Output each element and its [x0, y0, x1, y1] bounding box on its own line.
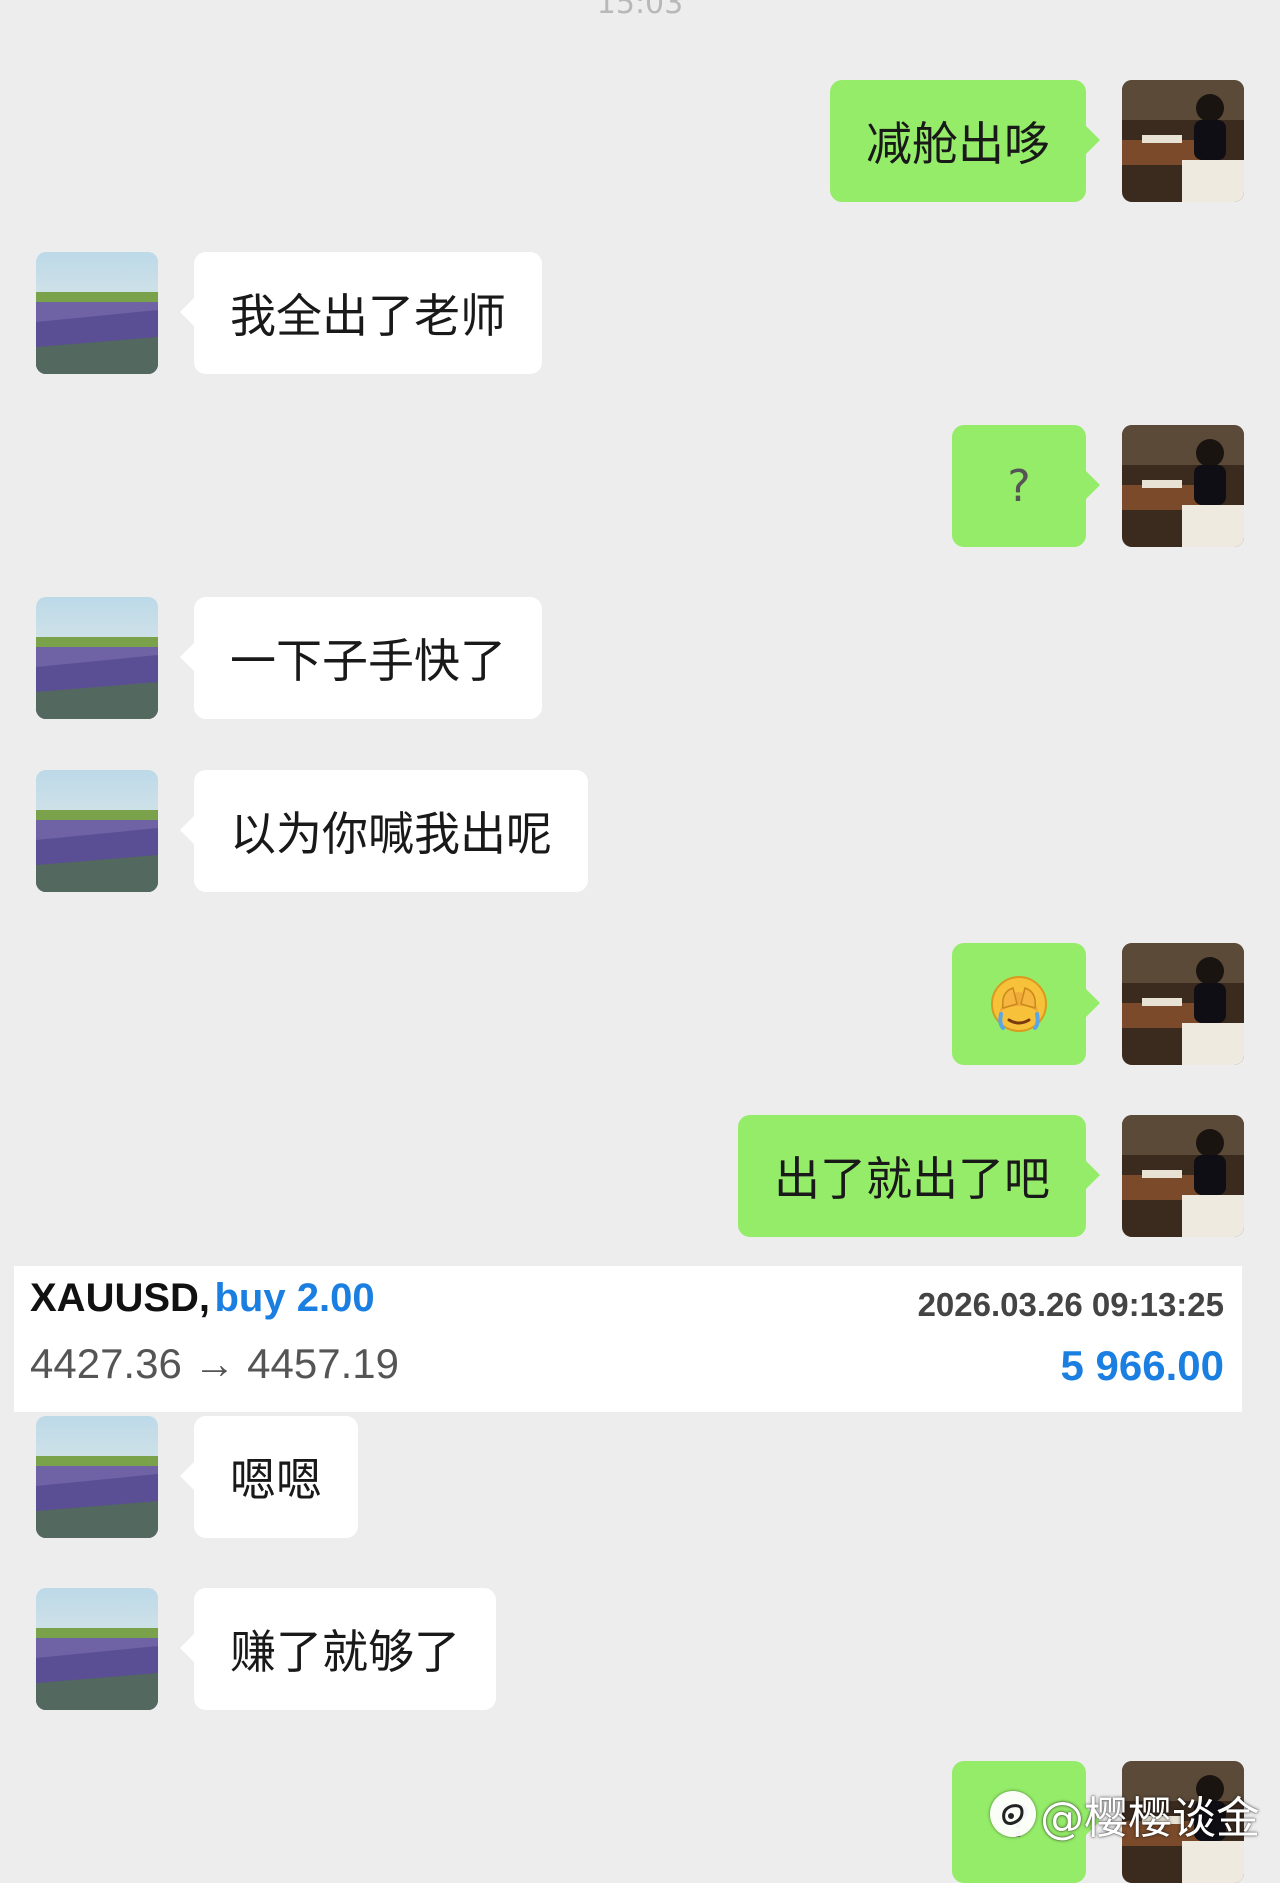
teacher-avatar[interactable]	[1122, 1115, 1244, 1237]
message-bubble[interactable]: 减舱出哆	[830, 80, 1100, 202]
weibo-logo-icon	[990, 1791, 1036, 1837]
message-bubble[interactable]: ?	[952, 425, 1100, 547]
student-avatar[interactable]	[36, 597, 158, 719]
trade-profit: 5 966.00	[1060, 1342, 1225, 1389]
message-bubble[interactable]: 嗯嗯	[180, 1416, 358, 1538]
trade-prices: 4427.36 → 4457.19	[30, 1340, 399, 1387]
trade-side: buy 2.00	[214, 1276, 375, 1320]
message-row-outgoing: ?	[0, 425, 1280, 547]
watermark-text: @樱樱谈金	[1040, 1793, 1260, 1844]
message-row-incoming: 一下子手快了	[0, 597, 1280, 719]
message-bubble[interactable]: 一下子手快了	[180, 597, 542, 719]
message-bubble[interactable]	[952, 943, 1100, 1065]
message-bubble[interactable]: 出了就出了吧	[738, 1115, 1100, 1237]
watermark: @樱樱谈金	[990, 1782, 1260, 1846]
message-row-outgoing: 减舱出哆	[0, 80, 1280, 202]
student-avatar[interactable]	[36, 252, 158, 374]
teacher-avatar[interactable]	[1122, 80, 1244, 202]
message-row-incoming: 我全出了老师	[0, 252, 1280, 374]
teacher-avatar[interactable]	[1122, 943, 1244, 1065]
trade-datetime: 2026.03.26 09:13:25	[917, 1286, 1224, 1323]
teacher-avatar[interactable]	[1122, 425, 1244, 547]
message-bubble[interactable]: 我全出了老师	[180, 252, 542, 374]
message-bubble[interactable]: 以为你喊我出呢	[180, 770, 588, 892]
message-row-incoming: 嗯嗯	[0, 1416, 1280, 1538]
trade-result-card: XAUUSD, buy 2.00 2026.03.26 09:13:25 442…	[14, 1266, 1242, 1412]
student-avatar[interactable]	[36, 1588, 158, 1710]
message-row-outgoing	[0, 943, 1280, 1065]
student-avatar[interactable]	[36, 1416, 158, 1538]
message-row-outgoing: 出了就出了吧	[0, 1115, 1280, 1237]
message-row-incoming: 以为你喊我出呢	[0, 770, 1280, 892]
message-bubble[interactable]: 赚了就够了	[180, 1588, 496, 1710]
face-palm-emoji-icon	[991, 976, 1047, 1032]
message-row-incoming: 赚了就够了	[0, 1588, 1280, 1710]
student-avatar[interactable]	[36, 770, 158, 892]
trade-symbol: XAUUSD,	[30, 1276, 211, 1320]
chat-timestamp: 15:03	[596, 0, 684, 21]
